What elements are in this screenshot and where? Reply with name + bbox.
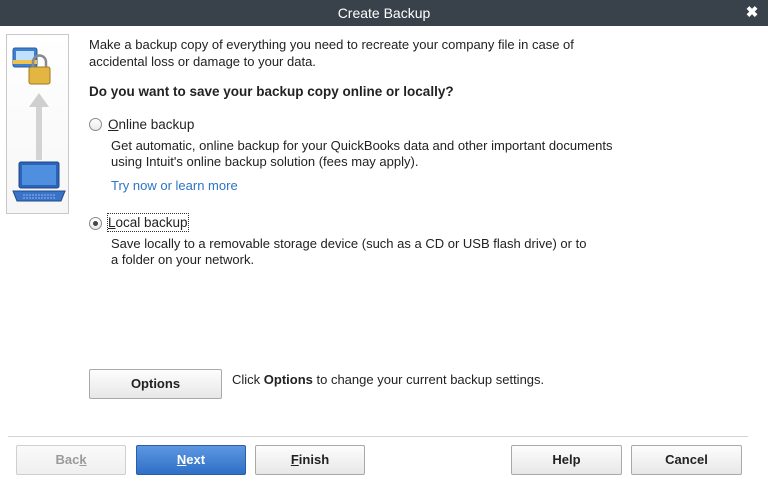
next-button[interactable]: Next — [136, 445, 246, 475]
title-bar: Create Backup ✖ — [0, 0, 768, 26]
back-button-label: Bac — [55, 452, 80, 467]
options-hint-suffix: to change your current backup settings. — [312, 372, 545, 387]
local-backup-desc-line-2: a folder on your network. — [111, 252, 255, 267]
online-backup-label-text: nline backup — [118, 117, 195, 132]
next-button-label: ext — [186, 452, 206, 467]
footer-divider — [8, 436, 748, 437]
online-backup-label[interactable]: Online backup — [108, 116, 194, 133]
local-backup-radio[interactable] — [89, 217, 102, 230]
local-backup-label[interactable]: Local backup — [107, 213, 189, 232]
options-hint-prefix: Click — [232, 372, 264, 387]
local-backup-accel: L — [108, 215, 116, 230]
online-backup-radio[interactable] — [89, 118, 102, 131]
local-backup-desc-line-1: Save locally to a removable storage devi… — [111, 236, 587, 251]
local-backup-label-text: ocal backup — [115, 215, 188, 230]
try-now-link[interactable]: Try now or learn more — [111, 178, 238, 193]
options-hint: Click Options to change your current bac… — [232, 371, 544, 388]
window-title: Create Backup — [337, 5, 431, 21]
online-backup-desc-line-2: using Intuit's online backup solution (f… — [111, 154, 419, 169]
back-button-accel: k — [79, 452, 87, 467]
next-button-accel: N — [176, 452, 187, 467]
close-icon[interactable]: ✖ — [742, 3, 762, 23]
finish-button[interactable]: Finish — [255, 445, 365, 475]
options-hint-bold: Options — [263, 372, 313, 387]
online-backup-accel: O — [108, 117, 119, 132]
online-backup-desc-line-1: Get automatic, online backup for your Qu… — [111, 138, 613, 153]
company-file-lock-icon — [12, 47, 51, 85]
side-illustration-panel — [6, 34, 69, 214]
intro-line-1: Make a backup copy of everything you nee… — [89, 37, 574, 52]
help-button[interactable]: Help — [511, 445, 622, 475]
options-button[interactable]: Options — [89, 369, 222, 399]
laptop-icon — [12, 161, 66, 202]
intro-line-2: accidental loss or damage to your data. — [89, 54, 316, 69]
finish-button-label: inish — [298, 452, 330, 467]
backup-location-question: Do you want to save your backup copy onl… — [89, 84, 454, 99]
up-arrow-icon — [29, 93, 49, 160]
back-button: Back — [16, 445, 126, 475]
cancel-button[interactable]: Cancel — [631, 445, 742, 475]
finish-button-accel: F — [290, 452, 299, 467]
backup-illustration — [12, 47, 66, 202]
